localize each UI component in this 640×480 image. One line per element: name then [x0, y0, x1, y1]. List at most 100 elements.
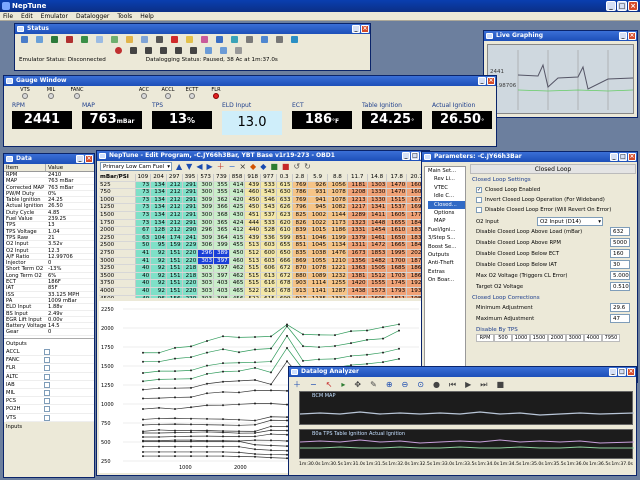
zoom-in-icon[interactable]: ⊕	[386, 380, 393, 389]
fuel-cell[interactable]: 1015	[307, 226, 329, 235]
fuel-cell[interactable]: 603	[260, 241, 277, 250]
fuel-cell[interactable]: 1232	[327, 272, 348, 281]
fuel-cell[interactable]: 633	[276, 196, 293, 205]
maximize-icon[interactable]: □	[619, 153, 627, 161]
arrow-left-icon[interactable]: ◀	[196, 162, 202, 171]
decrease-icon[interactable]: −	[229, 162, 236, 171]
fuel-cell[interactable]: 1995	[386, 249, 408, 258]
help-icon[interactable]	[291, 36, 298, 43]
fuel-cell[interactable]: 1002	[307, 211, 329, 220]
fuel-cell[interactable]: 1793	[386, 287, 408, 296]
download-icon[interactable]	[51, 36, 58, 43]
fuel-cell[interactable]: 926	[307, 181, 329, 190]
param-field-input[interactable]: 5.000	[610, 271, 630, 280]
fuel-cell[interactable]: 1605	[367, 295, 388, 298]
fuel-cell[interactable]: 212	[166, 211, 183, 220]
compare-icon[interactable]	[96, 36, 103, 43]
fuel-cell[interactable]: 430	[229, 211, 246, 220]
fuel-cell[interactable]: 1135	[307, 295, 329, 298]
arrow-right-icon[interactable]: ▶	[206, 162, 212, 171]
fuel-cell[interactable]: 134	[150, 181, 167, 190]
skip-forward-icon[interactable]: ⏭	[480, 380, 487, 390]
fuel-cell[interactable]: 903	[292, 279, 309, 288]
close-icon[interactable]: ×	[628, 153, 636, 161]
tps-rpm-cell[interactable]: 4000	[584, 334, 602, 342]
fuel-cell[interactable]: 403	[213, 279, 230, 288]
fuel-cell[interactable]: 365	[213, 219, 230, 228]
close-icon[interactable]: ×	[628, 1, 638, 11]
fuel-cell[interactable]: 368	[213, 211, 230, 220]
fuel-cell[interactable]: 528	[260, 226, 277, 235]
fuel-cell[interactable]: 291	[182, 219, 199, 228]
fuel-cell[interactable]: 444	[244, 219, 262, 228]
folder-icon[interactable]	[186, 36, 193, 43]
fuel-cell[interactable]: 425	[229, 203, 246, 212]
fuel-cell[interactable]: 606	[260, 264, 277, 273]
tree-item[interactable]: Outputs	[428, 251, 465, 259]
fuel-cell[interactable]: 134	[150, 188, 167, 197]
fuel-cell[interactable]: 1461	[367, 234, 388, 243]
fuel-cell[interactable]: 1411	[367, 211, 388, 220]
menu-tools[interactable]: Tools	[117, 12, 132, 20]
multiply-icon[interactable]: ×	[239, 162, 246, 171]
fuel-cell[interactable]: 826	[292, 219, 309, 228]
tree-item[interactable]: Boost Se...	[428, 243, 465, 251]
fuel-cell[interactable]: 1331	[347, 226, 368, 235]
fuel-cell[interactable]: 599	[276, 234, 293, 243]
fuel-cell[interactable]: 515	[244, 264, 262, 273]
fuel-cell[interactable]: 1685	[386, 264, 408, 273]
fuel-cell[interactable]: 291	[182, 203, 199, 212]
fuel-cell[interactable]: 397	[213, 257, 230, 266]
fuel-cell[interactable]: 212	[166, 181, 183, 190]
fuel-cell[interactable]: 615	[276, 181, 293, 190]
fuel-cell[interactable]: 50	[135, 241, 152, 250]
fuel-cell[interactable]: 364	[213, 234, 230, 243]
fuel-cell[interactable]: 450	[229, 249, 246, 258]
fuel-cell[interactable]: 439	[244, 234, 262, 243]
fuel-cell[interactable]: 73	[135, 188, 152, 197]
fuel-cell[interactable]: 303	[197, 264, 215, 273]
analyzer-channel-2[interactable]: B0a TPS Table Ignition Actual Ignition	[299, 429, 634, 459]
checkbox[interactable]: ✓	[476, 187, 482, 193]
fuel-cell[interactable]: 769	[292, 181, 309, 190]
fuel-cell[interactable]: 41	[135, 249, 152, 258]
settings-icon[interactable]	[126, 36, 133, 43]
fuel-cell[interactable]: 513	[244, 241, 262, 250]
param-field-input[interactable]: 47	[610, 314, 630, 323]
fuel-cell[interactable]: 134	[150, 203, 167, 212]
fuel-cell[interactable]: 672	[276, 272, 293, 281]
fuel-cell[interactable]: 1356	[347, 257, 368, 266]
fuel-cell[interactable]: 309	[197, 234, 215, 243]
tps-rpm-cell[interactable]: 3000	[566, 334, 584, 342]
fuel-cell[interactable]: 1303	[367, 181, 388, 190]
fuel-cell[interactable]: 397	[213, 264, 230, 273]
add-icon[interactable]: ＋	[293, 379, 301, 390]
fuel-cell[interactable]: 543	[260, 203, 277, 212]
fuel-cell[interactable]: 917	[292, 295, 309, 298]
fuel-cell[interactable]: 212	[166, 219, 183, 228]
fuel-cell[interactable]: 306	[197, 241, 215, 250]
increase-icon[interactable]: ＋	[217, 161, 225, 172]
fuel-cell[interactable]: 92	[150, 257, 167, 266]
fuel-cell[interactable]: 1311	[347, 241, 368, 250]
delete-icon[interactable]	[171, 36, 178, 43]
data-list[interactable]: RPM 2410 MAP 763 mBar Corrected MAP 763 mBar P…	[4, 172, 94, 338]
fuel-cell[interactable]: 1045	[307, 241, 329, 250]
fuel-cell[interactable]: 212	[166, 188, 183, 197]
fuel-cell[interactable]: 412	[229, 226, 246, 235]
fuel-cell[interactable]: 96	[150, 295, 167, 298]
fuel-cell[interactable]: 678	[276, 287, 293, 296]
o2-input-select[interactable]: O2 Input (D14) ▾	[536, 217, 603, 226]
chart-icon[interactable]	[201, 36, 208, 43]
fuel-cell[interactable]: 151	[166, 279, 183, 288]
fuel-cell[interactable]: 1610	[386, 226, 408, 235]
fuel-cell[interactable]: 220	[182, 287, 199, 296]
read-icon[interactable]	[156, 36, 163, 43]
fuel-cell[interactable]: 296	[197, 249, 215, 258]
fuel-cell[interactable]: 291	[182, 196, 199, 205]
fuel-cell[interactable]: 533	[260, 219, 277, 228]
minimize-icon[interactable]: _	[76, 155, 84, 163]
pan-icon[interactable]: ✥	[354, 380, 361, 389]
fuel-cell[interactable]: 1213	[347, 196, 368, 205]
fuel-cell[interactable]: 1555	[367, 279, 388, 288]
